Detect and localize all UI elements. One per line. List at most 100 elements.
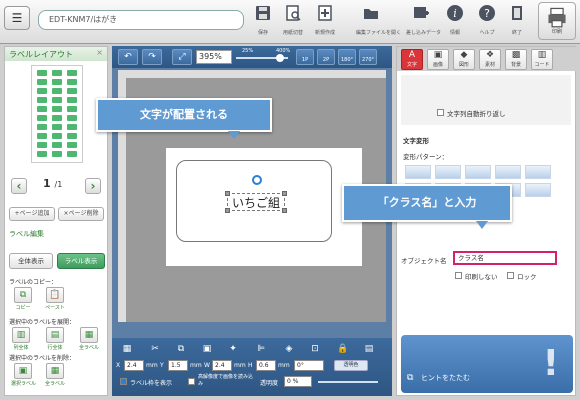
pattern-option[interactable] bbox=[525, 183, 551, 197]
hires-checkbox[interactable] bbox=[188, 378, 195, 385]
x-label: X bbox=[116, 362, 121, 369]
panel-title: ラベルレイアウト bbox=[9, 50, 73, 59]
new-document-label: 新規作成 bbox=[314, 30, 335, 36]
delete-page-button[interactable]: ×ページ削除 bbox=[58, 207, 104, 221]
tab-code[interactable]: ▥ コード bbox=[531, 49, 553, 70]
prev-page-button[interactable]: ‹ bbox=[11, 178, 27, 194]
lock-checkbox[interactable] bbox=[507, 272, 514, 279]
tab-background[interactable]: ▩ 背景 bbox=[505, 49, 527, 70]
cut-icon[interactable]: ✂ bbox=[148, 342, 162, 356]
width-input[interactable]: 2.4 bbox=[212, 360, 232, 371]
pattern-option[interactable] bbox=[435, 165, 461, 179]
thumbnail-label-cell bbox=[67, 106, 77, 112]
expand-all-label: 全ラベル bbox=[78, 345, 99, 351]
printer-icon bbox=[548, 7, 566, 28]
view-1p-button[interactable]: 1P bbox=[296, 49, 314, 65]
pattern-option[interactable] bbox=[465, 165, 491, 179]
hint-callout-text-placed: 文字が配置される bbox=[96, 98, 272, 139]
help-button[interactable]: ? ヘルプ bbox=[472, 4, 502, 36]
tab-image[interactable]: ▣ 画像 bbox=[427, 49, 449, 70]
delete-all-button[interactable]: ▦ 全ラベル bbox=[43, 363, 67, 387]
undo-icon[interactable]: ↶ bbox=[118, 49, 138, 65]
show-label-button[interactable]: ラベル表示 bbox=[57, 253, 105, 269]
thumbnail-label-cell bbox=[52, 115, 62, 121]
paper-switch-button[interactable]: 用紙切替 bbox=[278, 4, 308, 36]
new-document-button[interactable]: 新規作成 bbox=[310, 4, 340, 36]
hint-close-link[interactable]: ヒントをたたむ bbox=[421, 373, 470, 383]
height-input[interactable]: 0.6 bbox=[256, 360, 276, 371]
expand-row-label: 行全体 bbox=[47, 345, 63, 351]
pattern-option[interactable] bbox=[495, 165, 521, 179]
layer-icon[interactable]: ◈ bbox=[282, 342, 296, 356]
menu-icon[interactable]: ☰ bbox=[4, 6, 30, 30]
copy-object-icon[interactable]: ⧉ bbox=[174, 342, 188, 356]
page-number: 1 bbox=[43, 177, 51, 190]
tab-shape[interactable]: ◆ 図形 bbox=[453, 49, 475, 70]
add-page-button[interactable]: +ページ追加 bbox=[9, 207, 55, 221]
paste-button[interactable]: 📋 ペースト bbox=[43, 287, 67, 311]
label-frame[interactable]: いちご組 bbox=[176, 160, 332, 242]
row-icon: ▤ bbox=[46, 327, 64, 343]
delete-selected-button[interactable]: ▣ 選択ラベル bbox=[11, 363, 36, 387]
print-button[interactable]: 印刷 bbox=[538, 2, 576, 40]
tab-material[interactable]: ❖ 素材 bbox=[479, 49, 501, 70]
object-name-input[interactable]: クラス名 bbox=[453, 251, 557, 265]
redo-icon[interactable]: ↷ bbox=[142, 49, 162, 65]
thumbnail-label-cell bbox=[52, 70, 62, 76]
fit-zoom-icon[interactable]: ⤢ bbox=[172, 49, 192, 65]
lock-icon[interactable]: 🔒 bbox=[336, 342, 350, 356]
x-input[interactable]: 2.4 bbox=[124, 360, 144, 371]
thumbnail-label-cell bbox=[67, 70, 77, 76]
show-frame-checkbox[interactable] bbox=[120, 378, 127, 385]
arrange-icon[interactable]: ✦ bbox=[226, 342, 240, 356]
expand-column-button[interactable]: ▥ 列全体 bbox=[9, 327, 33, 351]
zoom-slider-handle[interactable] bbox=[276, 54, 284, 62]
resize-handle[interactable] bbox=[225, 208, 230, 213]
opacity-input[interactable]: 0 % bbox=[284, 376, 312, 387]
expand-row-button[interactable]: ▤ 行全体 bbox=[43, 327, 67, 351]
info-button[interactable]: i 情報 bbox=[440, 4, 470, 36]
open-file-button[interactable]: 編集ファイルを開く bbox=[356, 4, 401, 36]
collapse-icon[interactable]: ⧉ bbox=[407, 373, 413, 383]
pattern-option[interactable] bbox=[525, 165, 551, 179]
calendar-icon[interactable]: ▦ bbox=[120, 342, 134, 356]
resize-handle[interactable] bbox=[282, 191, 287, 196]
auto-wrap-checkbox[interactable] bbox=[437, 109, 444, 116]
transparent-color-button[interactable]: 透明色 bbox=[334, 360, 368, 371]
paste-object-icon[interactable]: ▣ bbox=[200, 342, 214, 356]
no-print-checkbox[interactable] bbox=[455, 272, 462, 279]
angle-input[interactable]: 0° bbox=[294, 360, 324, 371]
save-button[interactable]: 保存 bbox=[248, 4, 278, 36]
save-object-icon[interactable]: ▤ bbox=[362, 342, 376, 356]
merge-data-button[interactable]: 差し込みデータ bbox=[406, 4, 441, 36]
hires-label: 高解像度で画像を読み込み bbox=[198, 374, 254, 387]
thumbnail-label-cell bbox=[37, 151, 47, 157]
align-icon[interactable]: ⊫ bbox=[254, 342, 268, 356]
opacity-slider[interactable] bbox=[318, 381, 378, 383]
resize-handle[interactable] bbox=[282, 208, 287, 213]
fit-object-icon[interactable]: ⊡ bbox=[308, 342, 322, 356]
expand-all-button[interactable]: ▦ 全ラベル bbox=[77, 327, 101, 351]
exit-button[interactable]: 終了 bbox=[502, 4, 532, 36]
next-page-button[interactable]: › bbox=[85, 178, 101, 194]
rotate-180-button[interactable]: 180° bbox=[338, 49, 356, 65]
zoom-slider[interactable] bbox=[236, 54, 288, 62]
tab-text[interactable]: A 文字 bbox=[401, 49, 423, 70]
zoom-select[interactable]: 395% bbox=[196, 50, 232, 64]
pattern-option[interactable] bbox=[405, 165, 431, 179]
show-frame-label: ラベル枠を表示 bbox=[130, 380, 173, 387]
y-unit: mm bbox=[190, 362, 202, 369]
close-icon[interactable]: × bbox=[96, 48, 103, 57]
label-sheet-thumbnail[interactable] bbox=[31, 65, 83, 163]
copy-button[interactable]: ⧉ コピー bbox=[11, 287, 35, 311]
resize-handle[interactable] bbox=[225, 191, 230, 196]
expand-section-label: 選択中のラベルを展開： bbox=[9, 319, 76, 326]
rotate-270-button[interactable]: 270° bbox=[359, 49, 377, 65]
copy-label: コピー bbox=[15, 305, 31, 311]
selected-text-object[interactable]: いちご組 bbox=[225, 191, 287, 213]
view-2p-button[interactable]: 2P bbox=[317, 49, 335, 65]
y-input[interactable]: 1.5 bbox=[168, 360, 188, 371]
w-unit: mm bbox=[234, 362, 246, 369]
show-all-button[interactable]: 全体表示 bbox=[9, 253, 53, 269]
rotate-handle-icon[interactable] bbox=[252, 175, 262, 185]
